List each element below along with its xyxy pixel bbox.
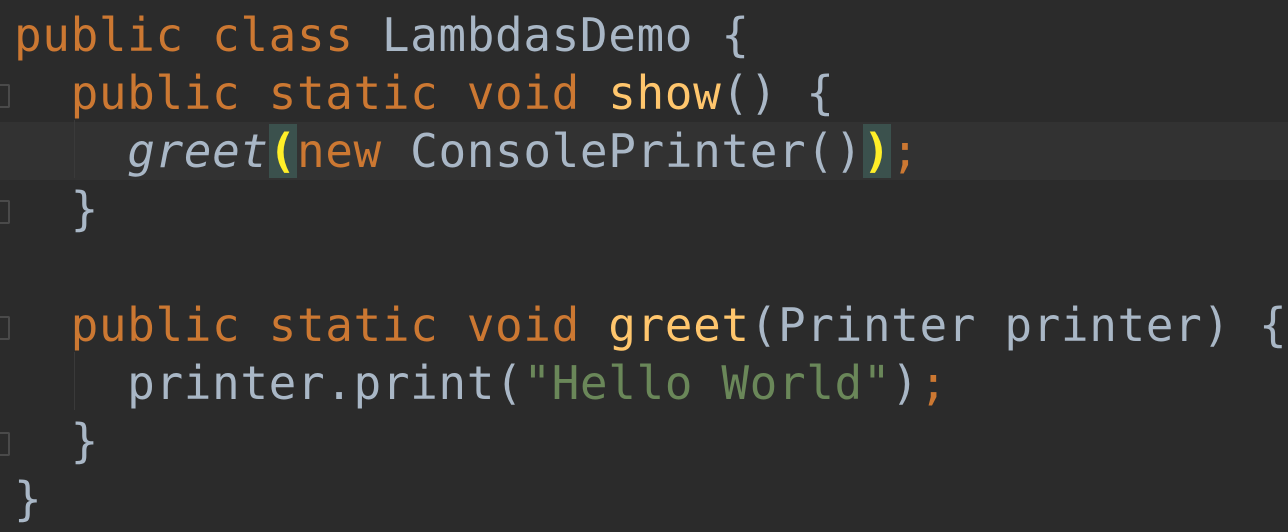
fold-marker-icon[interactable]: [0, 200, 10, 224]
code-token: greet: [127, 124, 269, 178]
code-text: greet(new ConsolePrinter());: [14, 122, 919, 180]
code-line[interactable]: printer.print("Hello World");: [0, 354, 1288, 412]
code-text: public static void greet(Printer printer…: [14, 296, 1287, 354]
code-token: class: [212, 8, 382, 62]
code-token: ConsolePrinter(): [410, 124, 863, 178]
code-token: () {: [721, 66, 835, 120]
code-line[interactable]: public static void show() {: [0, 64, 1288, 122]
code-text: }: [14, 470, 42, 528]
indent-guide: [74, 120, 75, 178]
code-token: public: [14, 66, 269, 120]
code-token: ;: [919, 356, 948, 410]
code-token: new: [296, 124, 411, 178]
code-token: }: [14, 472, 43, 526]
code-token: }: [14, 182, 99, 236]
code-token: static: [268, 298, 467, 352]
code-line[interactable]: }: [0, 180, 1288, 238]
code-text: public class LambdasDemo {: [14, 6, 750, 64]
code-token: greet: [608, 298, 750, 352]
code-token: static: [268, 66, 467, 120]
code-line[interactable]: public class LambdasDemo {: [0, 6, 1288, 64]
code-token: ): [862, 124, 892, 178]
code-token: ;: [891, 124, 920, 178]
code-token: ): [891, 356, 920, 410]
code-line[interactable]: public static void greet(Printer printer…: [0, 296, 1288, 354]
code-token: (Printer printer) {: [749, 298, 1288, 352]
code-token: void: [466, 298, 609, 352]
code-line-current[interactable]: greet(new ConsolePrinter());: [0, 122, 1288, 180]
code-text: printer.print("Hello World");: [14, 354, 948, 412]
code-line[interactable]: }: [0, 412, 1288, 470]
code-text: }: [14, 412, 99, 470]
code-token: "Hello World": [523, 356, 892, 410]
code-text: }: [14, 180, 99, 238]
fold-marker-icon[interactable]: [0, 432, 10, 456]
code-token: public: [14, 8, 213, 62]
fold-marker-icon[interactable]: [0, 316, 10, 340]
code-token: (: [268, 124, 297, 178]
code-token: {: [721, 8, 750, 62]
code-line[interactable]: [0, 238, 1288, 296]
code-line[interactable]: }: [0, 470, 1288, 528]
code-token: void: [466, 66, 609, 120]
code-text: public static void show() {: [14, 64, 835, 122]
fold-marker-icon[interactable]: [0, 84, 10, 108]
code-token: LambdasDemo: [381, 8, 722, 62]
indent-guide: [74, 352, 75, 410]
code-token: printer.print(: [14, 356, 524, 410]
code-editor[interactable]: } } printer.print("Hello World"); public…: [0, 0, 1288, 532]
code-token: }: [14, 414, 99, 468]
code-token: public: [14, 298, 269, 352]
code-token: show: [608, 66, 722, 120]
